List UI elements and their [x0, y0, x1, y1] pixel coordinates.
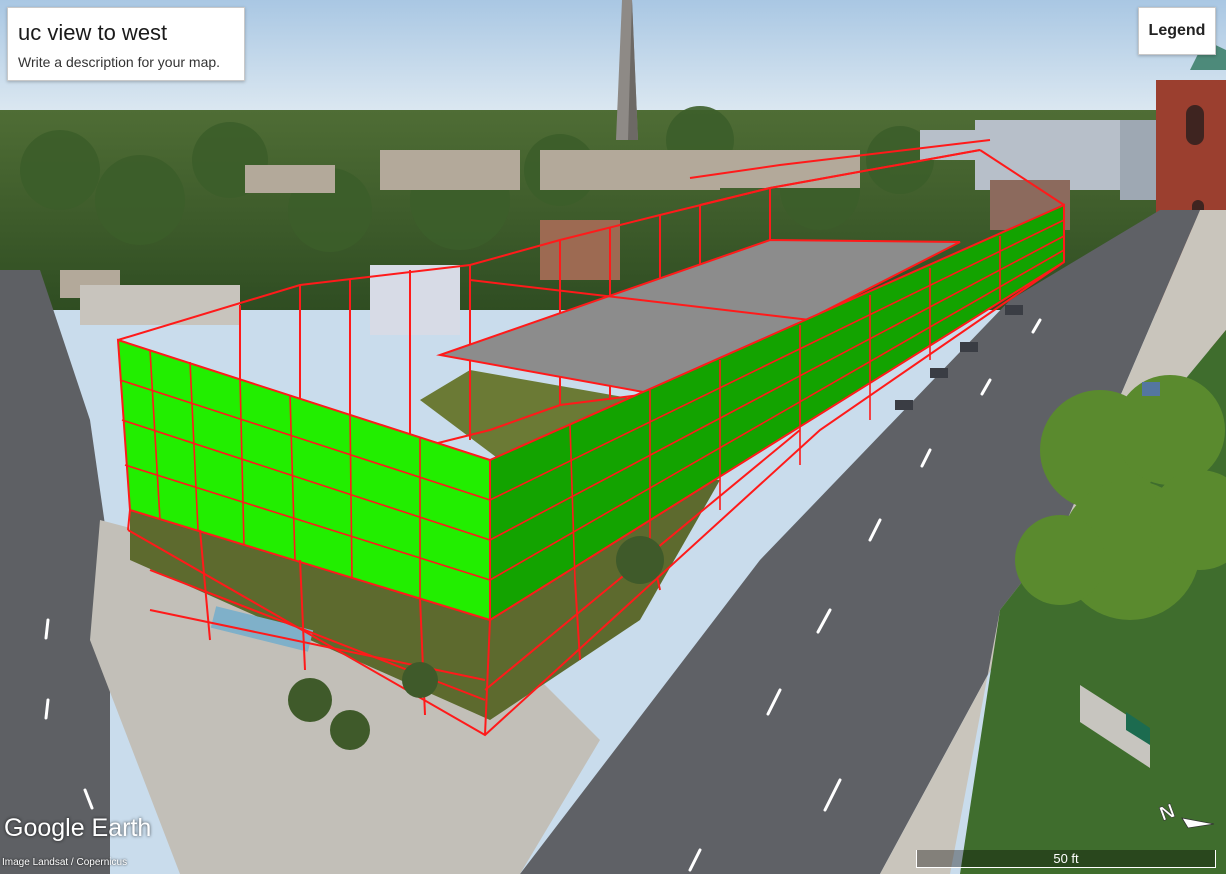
scale-label: 50 ft [1053, 851, 1079, 866]
map-description[interactable]: Write a description for your map. [18, 54, 220, 70]
svg-text:N: N [1158, 800, 1178, 826]
legend-button[interactable]: Legend [1138, 7, 1216, 55]
scale-bar: 50 ft [916, 850, 1216, 868]
north-arrow-icon[interactable]: N [1158, 792, 1218, 832]
earth-3d-view[interactable] [0, 0, 1226, 874]
google-earth-logo: Google Earth [4, 814, 152, 842]
left-street [0, 270, 110, 874]
map-title-card[interactable]: uc view to west Write a description for … [7, 7, 245, 81]
map-title: uc view to west [18, 20, 168, 45]
image-attribution: Image Landsat / Copernicus [2, 857, 128, 868]
